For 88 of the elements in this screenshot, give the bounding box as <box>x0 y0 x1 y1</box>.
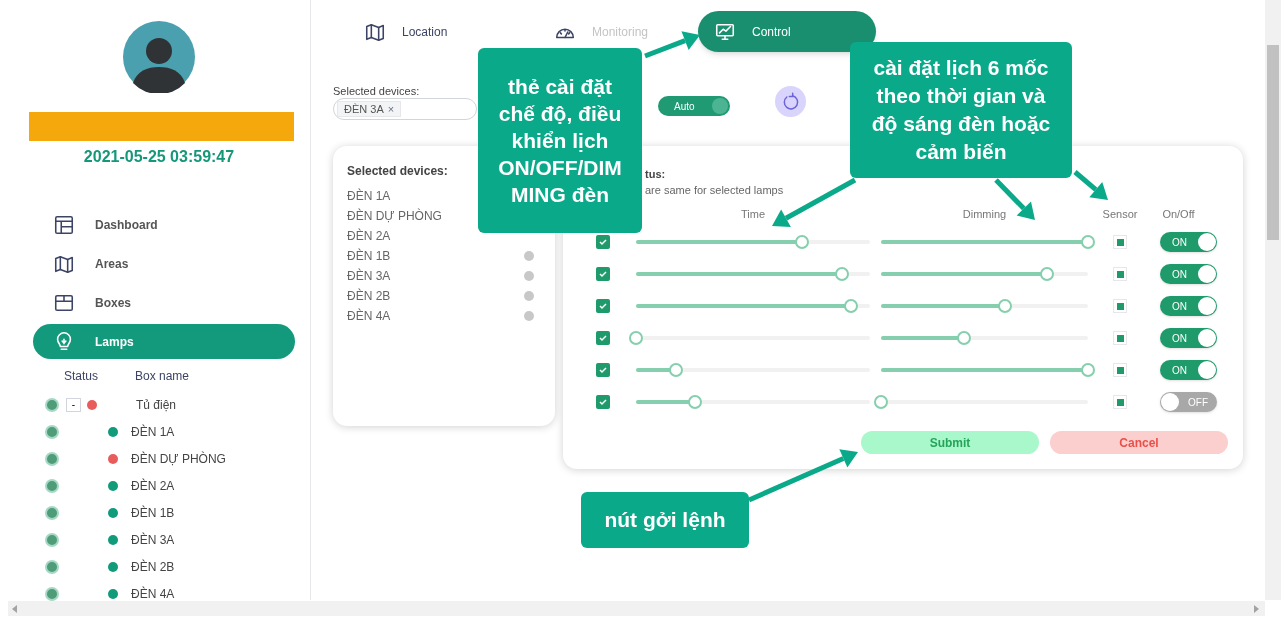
lamp-name[interactable]: ĐÈN 1A <box>131 422 175 441</box>
device-name: ĐÈN 2B <box>347 287 391 305</box>
nav-item[interactable]: Lamps <box>33 324 295 359</box>
lamp-name[interactable]: ĐÈN DỰ PHÒNG <box>131 449 226 468</box>
nav-item[interactable]: Dashboard <box>33 207 295 242</box>
on-off-switch[interactable]: ON <box>1160 360 1217 380</box>
dashboard-icon <box>53 213 75 236</box>
column-header: On/Off <box>1161 206 1196 222</box>
status-radio[interactable] <box>45 505 59 520</box>
check-icon <box>598 333 608 343</box>
collapse-toggle[interactable]: - <box>66 397 81 412</box>
scroll-right-icon[interactable] <box>1253 605 1259 613</box>
checkbox[interactable] <box>596 299 610 313</box>
field-label: Selected devices: <box>333 84 420 99</box>
sensor-checkbox[interactable] <box>1113 267 1127 281</box>
lamp-name[interactable]: ĐÈN 3A <box>131 530 175 549</box>
on-off-switch[interactable]: ON <box>1160 296 1217 316</box>
slider-thumb[interactable] <box>844 299 859 313</box>
on-off-switch[interactable]: ON <box>1160 328 1217 348</box>
device-name: ĐÈN 2A <box>347 227 391 245</box>
lamp-name[interactable]: ĐÈN 1B <box>131 503 175 522</box>
status-radio[interactable] <box>45 397 59 412</box>
horizontal-scrollbar[interactable] <box>8 601 1265 616</box>
column-header: Sensor <box>1101 206 1139 222</box>
device-name: ĐÈN DỰ PHÒNG <box>347 207 442 225</box>
nav-item[interactable]: Areas <box>33 246 295 281</box>
slider-thumb[interactable] <box>687 395 702 409</box>
device-chip: ĐÈN 3A × <box>337 101 402 117</box>
status-radio[interactable] <box>45 478 59 493</box>
slider-thumb[interactable] <box>668 363 683 377</box>
sensor-checkbox[interactable] <box>1113 363 1127 377</box>
slider-thumb[interactable] <box>834 267 849 281</box>
slider-thumb[interactable] <box>1081 363 1095 377</box>
check-icon <box>598 397 608 407</box>
lamp-name[interactable]: ĐÈN 2B <box>131 557 175 576</box>
slider-thumb[interactable] <box>1081 235 1095 249</box>
column-header: Box name <box>135 368 190 385</box>
slider-thumb[interactable] <box>998 299 1013 313</box>
box-name[interactable]: Tủ điện <box>136 395 177 414</box>
column-header: Time <box>739 206 766 222</box>
device-name: ĐÈN 1B <box>347 247 391 265</box>
lamp-name[interactable]: ĐÈN 2A <box>131 476 175 495</box>
check-icon <box>598 301 608 311</box>
callout: cài đặt lịch 6 mốc theo thời gian và độ sáng đèn hoặc cảm biến <box>850 42 1072 178</box>
sensor-checkbox[interactable] <box>1113 395 1127 409</box>
status-note: are same for selected lamps <box>645 183 784 198</box>
column-header: Dimming <box>961 206 1008 222</box>
slider-thumb[interactable] <box>956 331 971 345</box>
slider-thumb[interactable] <box>629 331 643 345</box>
status-label: tus: <box>645 167 667 182</box>
checkbox[interactable] <box>596 267 610 281</box>
status-radio[interactable] <box>45 559 59 574</box>
device-name: ĐÈN 4A <box>347 307 391 325</box>
sensor-checkbox[interactable] <box>1113 235 1127 249</box>
device-name: ĐÈN 1A <box>347 187 391 205</box>
remove-chip-button[interactable]: × <box>387 100 395 118</box>
device-name: ĐÈN 3A <box>347 267 391 285</box>
status-radio[interactable] <box>45 424 59 439</box>
callout: nút gởi lệnh <box>581 492 749 548</box>
vertical-scrollbar[interactable] <box>1265 0 1281 600</box>
arrow <box>1073 170 1108 200</box>
status-radio[interactable] <box>45 532 59 547</box>
sensor-checkbox[interactable] <box>1113 299 1127 313</box>
checkbox[interactable] <box>596 235 610 249</box>
tab[interactable]: Control <box>698 11 876 52</box>
refresh-button[interactable] <box>775 86 806 117</box>
sensor-checkbox[interactable] <box>1113 331 1127 345</box>
check-icon <box>598 365 608 375</box>
on-off-switch[interactable]: ON <box>1160 232 1217 252</box>
column-header: Status <box>64 368 100 385</box>
on-off-switch[interactable]: ON <box>1160 264 1217 284</box>
checkbox[interactable] <box>596 331 610 345</box>
check-icon <box>598 237 608 247</box>
lamp-name[interactable]: ĐÈN 4A <box>131 584 175 603</box>
check-icon <box>598 269 608 279</box>
checkbox[interactable] <box>596 395 610 409</box>
slider-thumb[interactable] <box>874 395 888 409</box>
auto-toggle[interactable]: Auto <box>658 96 730 116</box>
avatar <box>123 21 195 93</box>
slider-thumb[interactable] <box>1039 267 1054 281</box>
checkbox[interactable] <box>596 363 610 377</box>
status-radio[interactable] <box>45 451 59 466</box>
slider-thumb[interactable] <box>795 235 810 249</box>
status-radio[interactable] <box>45 586 59 601</box>
nav-item[interactable]: Boxes <box>33 285 295 320</box>
date-time: 2021-05-25 03:59:47 <box>82 147 236 167</box>
scroll-left-icon[interactable] <box>12 605 18 613</box>
callout: thẻ cài đặt chế độ, điều khiển lịch ON/OFF/DIMMING đèn <box>478 48 642 233</box>
